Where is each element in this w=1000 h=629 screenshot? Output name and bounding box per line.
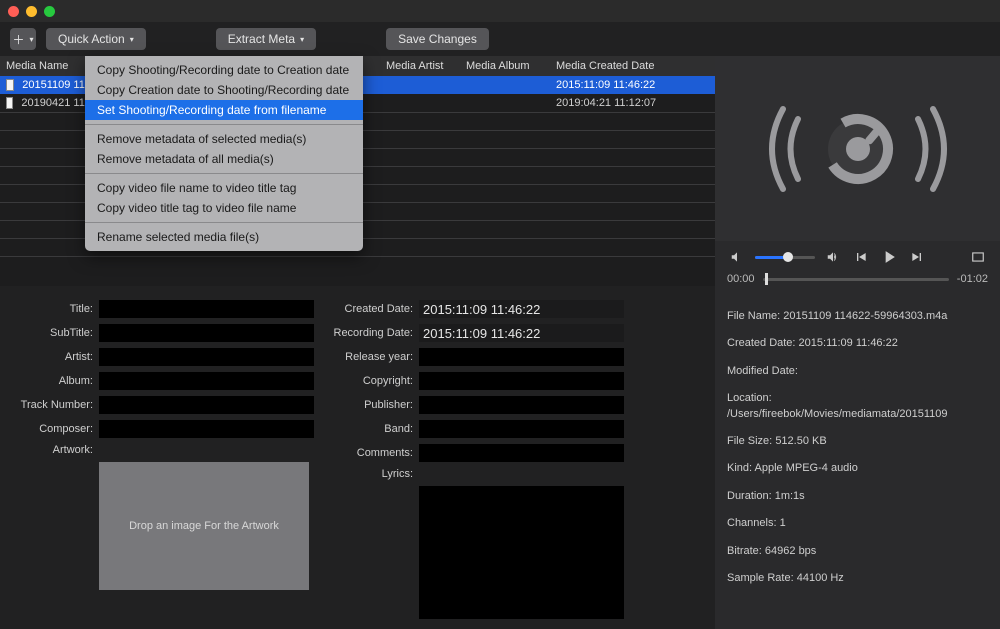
label-copyright: Copyright: xyxy=(324,375,419,387)
audio-visual-icon xyxy=(753,89,963,209)
close-window-button[interactable] xyxy=(8,6,19,17)
quick-action-button[interactable]: Quick Action ▾ xyxy=(46,28,146,50)
zoom-window-button[interactable] xyxy=(44,6,55,17)
play-button[interactable] xyxy=(879,247,899,267)
time-row: 00:00 -01:02 xyxy=(715,271,1000,293)
step-forward-button[interactable] xyxy=(907,247,927,267)
lyrics-field[interactable] xyxy=(419,486,624,619)
remaining-time: -01:02 xyxy=(957,273,988,285)
volume-high-icon xyxy=(823,247,843,267)
label-artwork: Artwork: xyxy=(4,444,99,456)
col-header-created[interactable]: Media Created Date xyxy=(550,60,700,72)
label-comments: Comments: xyxy=(324,447,419,459)
minimize-window-button[interactable] xyxy=(26,6,37,17)
label-track-number: Track Number: xyxy=(4,399,99,411)
info-label: Channels: xyxy=(727,517,777,529)
fullscreen-icon[interactable] xyxy=(968,247,988,267)
volume-slider[interactable] xyxy=(755,256,815,259)
chevron-down-icon: ▾ xyxy=(130,35,134,44)
created-date-field[interactable]: 2015:11:09 11:46:22 xyxy=(419,300,624,318)
cell-date: 2019:04:21 11:12:07 xyxy=(550,97,700,109)
comments-field[interactable] xyxy=(419,444,624,462)
album-field[interactable] xyxy=(99,372,314,390)
label-title: Title: xyxy=(4,303,99,315)
step-back-button[interactable] xyxy=(851,247,871,267)
recording-date-field[interactable]: 2015:11:09 11:46:22 xyxy=(419,324,624,342)
band-field[interactable] xyxy=(419,420,624,438)
label-publisher: Publisher: xyxy=(324,399,419,411)
info-label: Bitrate: xyxy=(727,545,762,557)
label-release-year: Release year: xyxy=(324,351,419,363)
info-label: File Name: xyxy=(727,310,780,322)
title-field[interactable] xyxy=(99,300,314,318)
label-created-date: Created Date: xyxy=(324,303,419,315)
menu-item[interactable]: Copy Creation date to Shooting/Recording… xyxy=(85,80,363,100)
quick-action-label: Quick Action xyxy=(58,32,125,46)
artist-field[interactable] xyxy=(99,348,314,366)
menu-item[interactable]: Remove metadata of all media(s) xyxy=(85,149,363,169)
extract-meta-label: Extract Meta xyxy=(228,32,295,46)
toolbar: ＋▾ Quick Action ▾ Extract Meta ▾ Save Chan… xyxy=(0,22,1000,56)
info-label: Kind: xyxy=(727,462,752,474)
info-label: File Size: xyxy=(727,435,772,447)
info-value: 2015:11:09 11:46:22 xyxy=(799,337,898,349)
current-time: 00:00 xyxy=(727,273,755,285)
menu-item[interactable]: Remove metadata of selected media(s) xyxy=(85,129,363,149)
label-lyrics: Lyrics: xyxy=(324,468,419,480)
subtitle-field[interactable] xyxy=(99,324,314,342)
metadata-editor: Title: SubTitle: Artist: Album: Track Nu… xyxy=(0,286,715,629)
label-subtitle: SubTitle: xyxy=(4,327,99,339)
seek-slider[interactable] xyxy=(763,278,949,281)
player-art xyxy=(715,56,1000,241)
publisher-field[interactable] xyxy=(419,396,624,414)
release-year-field[interactable] xyxy=(419,348,624,366)
menu-item[interactable]: Copy video file name to video title tag xyxy=(85,178,363,198)
label-artist: Artist: xyxy=(4,351,99,363)
file-info-pane: File Name: 20151109 114622-59964303.m4a … xyxy=(715,293,1000,614)
info-value: 512.50 KB xyxy=(775,435,826,447)
info-value: 44100 Hz xyxy=(797,572,844,584)
menu-item[interactable]: Copy video title tag to video file name xyxy=(85,198,363,218)
label-album: Album: xyxy=(4,375,99,387)
info-value: 20151109 114622-59964303.m4a xyxy=(783,310,947,322)
composer-field[interactable] xyxy=(99,420,314,438)
copyright-field[interactable] xyxy=(419,372,624,390)
col-header-album[interactable]: Media Album xyxy=(460,60,550,72)
label-band: Band: xyxy=(324,423,419,435)
artwork-dropzone[interactable]: Drop an image For the Artwork xyxy=(99,462,309,590)
info-value: 64962 bps xyxy=(765,545,816,557)
info-value: Apple MPEG-4 audio xyxy=(755,462,858,474)
info-value: /Users/fireebok/Movies/mediamata/2015110… xyxy=(727,408,948,420)
menu-item[interactable]: Set Shooting/Recording date from filenam… xyxy=(85,100,363,120)
add-media-button[interactable]: ＋▾ xyxy=(10,28,36,50)
save-changes-button[interactable]: Save Changes xyxy=(386,28,489,50)
info-label: Sample Rate: xyxy=(727,572,794,584)
window-chrome xyxy=(0,0,1000,22)
chevron-down-icon: ▾ xyxy=(300,35,304,44)
quick-action-menu: Copy Shooting/Recording date to Creation… xyxy=(85,56,363,251)
label-composer: Composer: xyxy=(4,423,99,435)
label-recording-date: Recording Date: xyxy=(324,327,419,339)
info-label: Modified Date: xyxy=(727,365,798,377)
track-number-field[interactable] xyxy=(99,396,314,414)
extract-meta-button[interactable]: Extract Meta ▾ xyxy=(216,28,316,50)
col-header-artist[interactable]: Media Artist xyxy=(380,60,460,72)
player-controls xyxy=(715,241,1000,271)
info-label: Duration: xyxy=(727,490,772,502)
volume-low-icon xyxy=(727,247,747,267)
info-label: Created Date: xyxy=(727,337,795,349)
info-label: Location: xyxy=(727,392,772,404)
cell-date: 2015:11:09 11:46:22 xyxy=(550,79,700,91)
menu-item[interactable]: Rename selected media file(s) xyxy=(85,227,363,247)
menu-item[interactable]: Copy Shooting/Recording date to Creation… xyxy=(85,60,363,80)
info-value: 1 xyxy=(780,517,786,529)
info-value: 1m:1s xyxy=(775,490,805,502)
